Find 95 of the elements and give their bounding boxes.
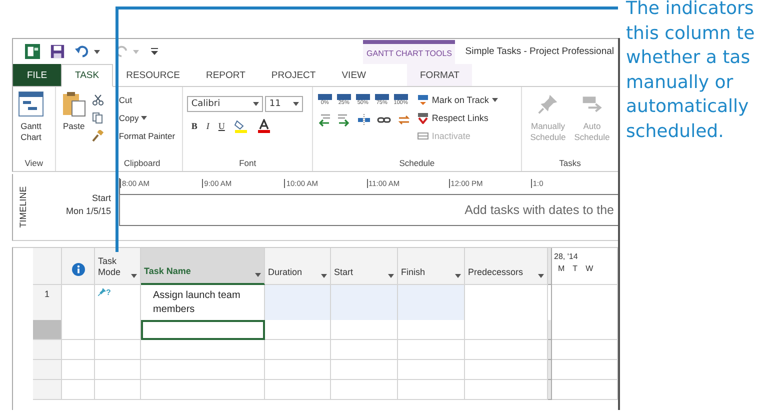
group-label: Font: [239, 158, 256, 170]
undo-icon[interactable]: [75, 44, 90, 59]
table-cell: [265, 340, 331, 360]
table-cell: [398, 285, 465, 322]
bar-icon: [318, 94, 332, 100]
table-cell: [265, 360, 331, 380]
start-label: Start: [92, 192, 111, 202]
table-cell: [62, 380, 95, 400]
inactivate-icon: [416, 130, 429, 142]
column-header[interactable]: Finish: [398, 248, 465, 285]
timeline-message: Add tasks with dates to the: [464, 203, 614, 217]
column-header[interactable]: Task Name: [141, 248, 265, 285]
table-cell: [331, 360, 398, 380]
scissors-icon: [92, 94, 104, 106]
ribbon-tab[interactable]: PROJECT: [258, 64, 329, 86]
highlight-icon[interactable]: [234, 119, 248, 133]
unlink-icon[interactable]: [396, 113, 411, 127]
format-button[interactable]: B: [191, 121, 198, 131]
save-icon[interactable]: [50, 44, 65, 59]
ribbon-command[interactable]: Respect Links: [416, 112, 498, 124]
group-label: Tasks: [559, 158, 581, 170]
table-cell: [331, 320, 398, 340]
pushpin-icon: [537, 93, 559, 115]
table-cell: [398, 360, 465, 380]
table-cell: [265, 285, 331, 322]
window-title: Simple Tasks - Project Professional: [465, 46, 614, 57]
table-cell: [62, 320, 95, 340]
gantt-timescale-header: 28, '14 M T W: [552, 248, 618, 285]
caret-icon: [253, 102, 260, 106]
copy-icon: [92, 112, 104, 124]
ribbon-tab[interactable]: FORMAT: [407, 64, 472, 86]
column-header[interactable]: Start: [331, 248, 398, 285]
ribbon-command[interactable]: Mark on Track: [416, 94, 498, 106]
caret-icon[interactable]: [538, 274, 544, 278]
ribbon-command[interactable]: Copy: [92, 112, 176, 124]
ribbon-tab[interactable]: REPORT: [192, 64, 258, 86]
font-size-field[interactable]: 11: [265, 96, 304, 112]
column-header[interactable]: Predecessors: [465, 248, 548, 285]
info-icon: [72, 263, 84, 276]
group-label: Schedule: [399, 158, 435, 170]
format-button[interactable]: U: [218, 121, 225, 131]
paste-button[interactable]: Paste: [60, 90, 88, 158]
bar-icon: [374, 94, 389, 100]
customize-icon[interactable]: [151, 48, 158, 55]
indent-icon[interactable]: [336, 113, 351, 127]
table-cell: [265, 320, 331, 340]
caret-icon[interactable]: [455, 274, 461, 278]
app-icon: [25, 44, 40, 59]
contextual-tab-group: GANTT CHART TOOLS: [363, 40, 456, 64]
bar-icon: [394, 94, 408, 100]
group-label: View: [24, 158, 44, 170]
table-cell: [62, 340, 95, 360]
row-header[interactable]: 1: [33, 285, 62, 322]
table-cell: [398, 380, 465, 400]
table-cell: [95, 340, 141, 360]
column-header[interactable]: [62, 248, 95, 285]
table-cell: [95, 380, 141, 400]
bar-icon: [336, 94, 351, 100]
column-header[interactable]: Task Mode: [95, 248, 141, 285]
gantt-chart-button[interactable]: Gantt Chart: [17, 90, 45, 158]
font-color-icon[interactable]: [256, 119, 271, 133]
table-cell: [398, 320, 465, 340]
gantt-chart-icon: [17, 90, 45, 118]
table-cell: [331, 285, 398, 322]
brush-icon: [92, 130, 104, 142]
table-cell: [331, 340, 398, 360]
callout-text: The indicators this column te whether a tas manually or automatically scheduled.: [626, 0, 755, 144]
check-icon: [416, 112, 429, 124]
column-header[interactable]: Duration: [265, 248, 331, 285]
ribbon-tab[interactable]: VIEW: [328, 64, 379, 86]
ribbon-command[interactable]: Cut: [92, 94, 176, 106]
caret-icon: [293, 102, 300, 106]
task-bar-icon: [416, 94, 429, 106]
ribbon-command[interactable]: Format Painter: [92, 130, 176, 142]
caret-icon[interactable]: [131, 274, 137, 278]
group-label: Clipboard: [124, 158, 160, 170]
format-button[interactable]: I: [206, 121, 210, 131]
ribbon-tab[interactable]: RESOURCE: [113, 64, 193, 86]
caret-icon[interactable]: [388, 274, 394, 278]
outdent-icon[interactable]: [316, 113, 331, 127]
caret-icon[interactable]: [94, 50, 100, 54]
bar-icon: [356, 94, 370, 100]
timeline-label: TIMELINE: [18, 186, 28, 228]
split-task-icon[interactable]: [356, 113, 371, 127]
caret-icon[interactable]: [255, 273, 261, 277]
table-cell: [62, 360, 95, 380]
table-cell: [331, 380, 398, 400]
table-cell: [398, 340, 465, 360]
table-cell: [265, 380, 331, 400]
start-date: Mon 1/5/15: [66, 206, 111, 216]
font-family-field[interactable]: Calibri: [187, 96, 264, 112]
table-cell: [95, 360, 141, 380]
ribbon-tab[interactable]: TASK: [61, 64, 114, 87]
ribbon-tab[interactable]: FILE: [13, 64, 61, 86]
caret-icon[interactable]: [321, 274, 327, 278]
